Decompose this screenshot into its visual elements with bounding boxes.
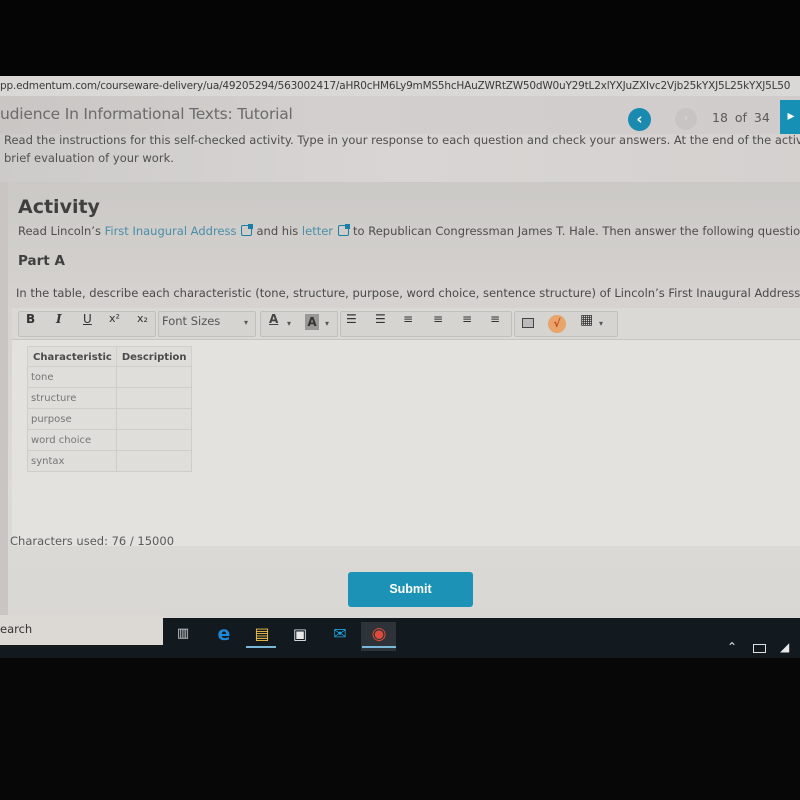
address-bar[interactable]: pp.edmentum.com/courseware-delivery/ua/4… (0, 76, 800, 96)
numbered-list-icon[interactable]: ☰ (375, 312, 386, 326)
description-cell[interactable] (115, 408, 192, 430)
tutorial-title: udience In Informational Texts: Tutorial (0, 105, 293, 123)
bezel-bottom (0, 658, 800, 800)
indent-icon[interactable]: ≡ (403, 312, 413, 326)
align-right-icon[interactable]: ≡ (490, 312, 500, 326)
column-header: Characteristic (27, 346, 117, 367)
activity-text-middle: and his (256, 224, 299, 238)
external-link-icon (241, 224, 254, 236)
first-inaugural-address-link[interactable]: First Inaugural Address (105, 224, 237, 238)
characteristic-cell[interactable]: structure (27, 387, 117, 409)
font-sizes-dropdown[interactable]: Font Sizes (162, 314, 220, 328)
part-a-prompt: In the table, describe each characterist… (16, 286, 800, 300)
font-color-button[interactable]: A (269, 312, 278, 326)
characteristic-cell[interactable]: syntax (27, 450, 117, 472)
active-indicator (362, 646, 396, 648)
activity-heading: Activity (18, 196, 100, 218)
instructions-line-2: brief evaluation of your work. (4, 151, 174, 165)
file-explorer-icon[interactable]: ▤ (250, 622, 274, 646)
align-center-icon[interactable]: ≡ (462, 312, 472, 326)
characteristic-cell[interactable]: tone (27, 366, 117, 388)
paragraph-group (340, 311, 512, 337)
table-header-row: Characteristic Description (27, 346, 192, 367)
editor-toolbar: B I U x² x₂ A ▾ A ▾ ☰ ☰ ≡ ≡ ≡ ≡ √ ▦ ▾ (12, 308, 800, 340)
bezel-top (0, 0, 800, 76)
store-icon[interactable]: ▣ (288, 622, 312, 646)
subscript-button[interactable]: x₂ (137, 312, 148, 325)
caret-down-icon[interactable]: ▾ (599, 319, 603, 328)
chevron-left-icon: ‹ (636, 110, 643, 128)
description-cell[interactable] (115, 429, 192, 451)
table-row: purpose (27, 408, 192, 430)
exit-icon: ▸ (787, 108, 795, 124)
instructions-line-1: Read the instructions for this self-chec… (4, 133, 800, 147)
description-cell[interactable] (115, 366, 192, 388)
panel-edge (0, 182, 8, 620)
table-row: word choice (27, 429, 192, 451)
underline-button[interactable]: U (83, 312, 92, 326)
align-left-icon[interactable]: ≡ (433, 312, 443, 326)
wifi-icon[interactable]: ◢ (780, 640, 789, 654)
part-a-heading: Part A (18, 253, 65, 269)
task-view-icon[interactable]: ▥ (171, 622, 195, 646)
activity-text-before: Read Lincoln’s (18, 224, 101, 238)
description-cell[interactable] (115, 387, 192, 409)
italic-button[interactable]: I (56, 312, 62, 326)
image-icon[interactable] (522, 318, 534, 328)
previous-page-button[interactable]: ‹ (628, 108, 651, 131)
math-icon[interactable]: √ (548, 315, 566, 333)
bullet-list-icon[interactable]: ☰ (346, 312, 357, 326)
next-page-button[interactable]: › (675, 108, 697, 130)
battery-icon[interactable] (753, 644, 766, 653)
table-row: tone (27, 366, 192, 388)
activity-text-after: to Republican Congressman James T. Hale.… (353, 224, 800, 238)
characteristics-table: Characteristic Description tone structur… (27, 346, 192, 472)
bold-button[interactable]: B (26, 312, 35, 326)
chevron-up-icon[interactable]: ⌃ (727, 640, 737, 654)
taskbar-search[interactable]: earch (0, 615, 163, 645)
highlight-color-button[interactable]: A (305, 314, 319, 330)
activity-instructions: Read Lincoln’s First Inaugural Address an… (18, 224, 800, 238)
chrome-icon[interactable]: ◉ (367, 622, 391, 646)
description-cell[interactable] (115, 450, 192, 472)
table-row: syntax (27, 450, 192, 472)
superscript-button[interactable]: x² (109, 312, 120, 325)
submit-button[interactable]: Submit (348, 572, 473, 607)
column-header: Description (115, 346, 192, 367)
exit-button[interactable]: ▸ (780, 100, 800, 134)
character-count: Characters used: 76 / 15000 (10, 534, 175, 548)
chevron-right-icon: › (683, 111, 689, 126)
table-row: structure (27, 387, 192, 409)
table-icon[interactable]: ▦ (580, 312, 593, 328)
characteristic-cell[interactable]: purpose (27, 408, 117, 430)
active-indicator (246, 646, 276, 648)
page-counter: 18 of 34 (712, 110, 770, 125)
mail-icon[interactable]: ✉ (328, 622, 352, 646)
caret-down-icon[interactable]: ▾ (325, 319, 329, 328)
letter-link[interactable]: letter (302, 224, 333, 238)
external-link-icon (338, 224, 351, 236)
caret-down-icon[interactable]: ▾ (287, 319, 291, 328)
characteristic-cell[interactable]: word choice (27, 429, 117, 451)
instructions-panel: Read the instructions for this self-chec… (0, 133, 800, 182)
caret-down-icon[interactable]: ▾ (244, 318, 248, 327)
edge-icon[interactable]: e (212, 622, 236, 646)
